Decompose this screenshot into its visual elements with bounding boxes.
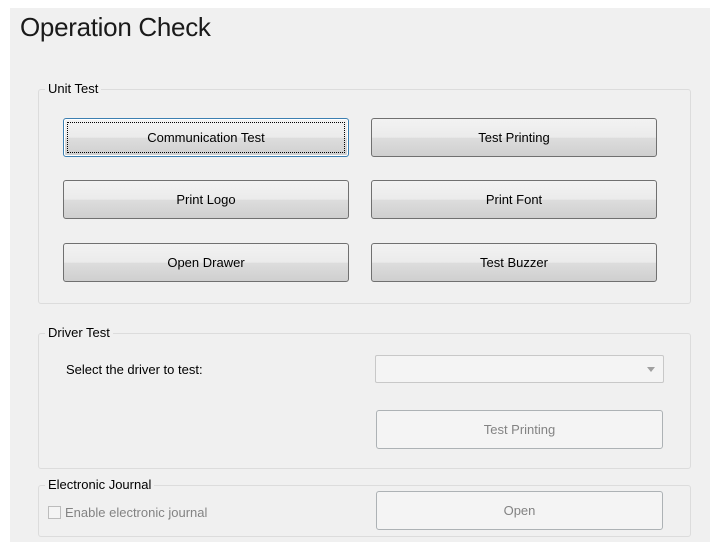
enable-journal-checkbox-row[interactable]: Enable electronic journal (48, 504, 207, 520)
print-font-button[interactable]: Print Font (371, 180, 657, 219)
driver-test-group-label: Driver Test (45, 325, 113, 341)
communication-test-button[interactable]: Communication Test (63, 118, 349, 157)
test-printing-button[interactable]: Test Printing (371, 118, 657, 157)
enable-journal-checkbox[interactable] (48, 505, 61, 519)
page-title: Operation Check (20, 12, 211, 42)
electronic-journal-group-label: Electronic Journal (45, 477, 155, 493)
chevron-down-icon[interactable] (647, 367, 655, 372)
print-logo-button[interactable]: Print Logo (63, 180, 349, 219)
journal-open-button[interactable]: Open (376, 491, 663, 530)
enable-journal-checkbox-label: Enable electronic journal (65, 504, 208, 520)
unit-test-group-label: Unit Test (45, 81, 102, 97)
driver-test-printing-button[interactable]: Test Printing (376, 410, 663, 449)
open-drawer-button[interactable]: Open Drawer (63, 243, 349, 282)
test-buzzer-button[interactable]: Test Buzzer (371, 243, 657, 282)
select-driver-label: Select the driver to test: (66, 362, 203, 377)
driver-select[interactable] (375, 355, 664, 383)
